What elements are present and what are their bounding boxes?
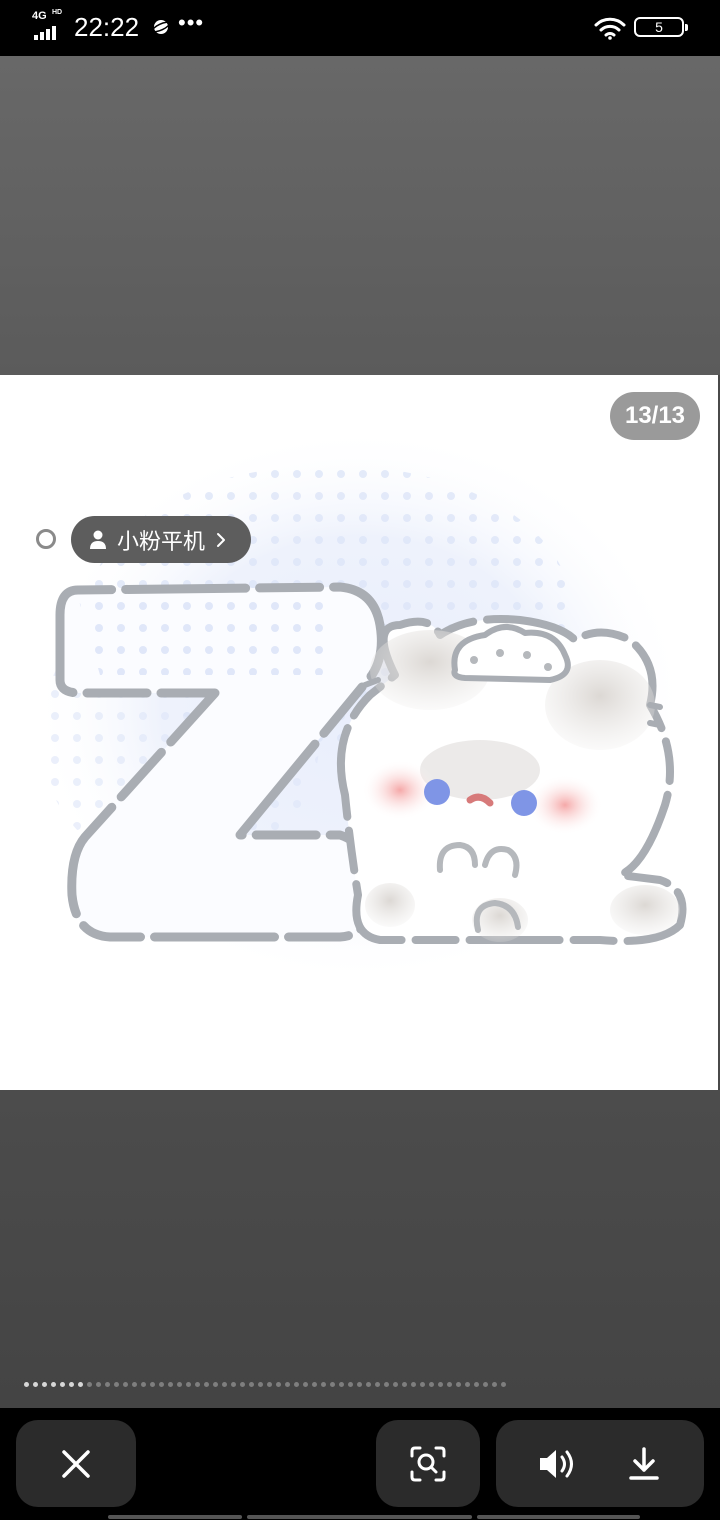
page-dot (249, 1382, 254, 1387)
page-dot (492, 1382, 497, 1387)
page-dot (339, 1382, 344, 1387)
cellular-signal-icon: 4G HD (32, 9, 66, 40)
page-dot (204, 1382, 209, 1387)
page-dot (465, 1382, 470, 1387)
page-dot (438, 1382, 443, 1387)
person-icon (90, 530, 106, 549)
battery-icon: 5 (634, 17, 688, 37)
page-dot (195, 1382, 200, 1387)
page-dot (105, 1382, 110, 1387)
wifi-icon (594, 17, 626, 40)
page-dot (231, 1382, 236, 1387)
page-dot (411, 1382, 416, 1387)
page-dot (168, 1382, 173, 1387)
page-dot (132, 1382, 137, 1387)
page-dot (312, 1382, 317, 1387)
clock: 22:22 (74, 12, 140, 42)
download-button[interactable] (622, 1442, 666, 1486)
page-dot (78, 1382, 83, 1387)
page-dot (87, 1382, 92, 1387)
home-indicator (0, 1515, 720, 1520)
sticker-illustration (30, 425, 690, 985)
page-dot (447, 1382, 452, 1387)
status-bar: 4G HD 22:22 ••• 5 (0, 0, 720, 56)
page-dot (366, 1382, 371, 1387)
page-indicator (24, 1382, 506, 1387)
page-dot (330, 1382, 335, 1387)
tag-anchor-dot[interactable] (36, 529, 56, 549)
page-dot (114, 1382, 119, 1387)
image-content[interactable] (0, 375, 718, 1090)
page-counter: 13/13 (610, 392, 700, 440)
page-dot (348, 1382, 353, 1387)
network-hd-label: HD (52, 9, 63, 16)
page-dot (141, 1382, 146, 1387)
page-dot (177, 1382, 182, 1387)
network-type: 4G (32, 10, 47, 22)
image-search-button[interactable] (376, 1420, 480, 1507)
page-dot (240, 1382, 245, 1387)
planet-app-icon (152, 20, 170, 34)
viewer-background-top[interactable] (0, 56, 720, 375)
close-icon (62, 1449, 90, 1478)
page-dot (186, 1382, 191, 1387)
chevron-right-icon (217, 532, 226, 547)
page-dot (213, 1382, 218, 1387)
page-dot (159, 1382, 164, 1387)
page-dot (150, 1382, 155, 1387)
page-dot (483, 1382, 488, 1387)
user-tag-button[interactable]: 小粉平机 (71, 516, 251, 563)
page-dot (24, 1382, 29, 1387)
page-dot (456, 1382, 461, 1387)
page-dot (123, 1382, 128, 1387)
media-actions-group (496, 1420, 704, 1507)
page-dot (474, 1382, 479, 1387)
page-dot (501, 1382, 506, 1387)
page-dot (429, 1382, 434, 1387)
page-dot (69, 1382, 74, 1387)
speaker-icon (540, 1450, 573, 1478)
bottom-toolbar (0, 1408, 720, 1520)
more-notifications-icon: ••• (178, 10, 205, 35)
close-button[interactable] (16, 1420, 136, 1507)
page-dot (357, 1382, 362, 1387)
viewer-background-bottom[interactable] (0, 1090, 720, 1408)
download-icon (629, 1447, 659, 1480)
page-dot (96, 1382, 101, 1387)
page-dot (267, 1382, 272, 1387)
page-dot (258, 1382, 263, 1387)
page-dot (375, 1382, 380, 1387)
page-dot (384, 1382, 389, 1387)
page-dot (303, 1382, 308, 1387)
image-search-icon (410, 1446, 446, 1481)
page-dot (60, 1382, 65, 1387)
page-dot (402, 1382, 407, 1387)
page-dot (294, 1382, 299, 1387)
battery-level: 5 (655, 19, 663, 35)
page-dot (321, 1382, 326, 1387)
page-dot (51, 1382, 56, 1387)
page-dot (393, 1382, 398, 1387)
page-dot (42, 1382, 47, 1387)
page-dot (285, 1382, 290, 1387)
tag-label: 小粉平机 (117, 528, 206, 554)
page-dot (276, 1382, 281, 1387)
sound-button[interactable] (534, 1444, 578, 1484)
page-dot (222, 1382, 227, 1387)
page-dot (33, 1382, 38, 1387)
page-dot (420, 1382, 425, 1387)
